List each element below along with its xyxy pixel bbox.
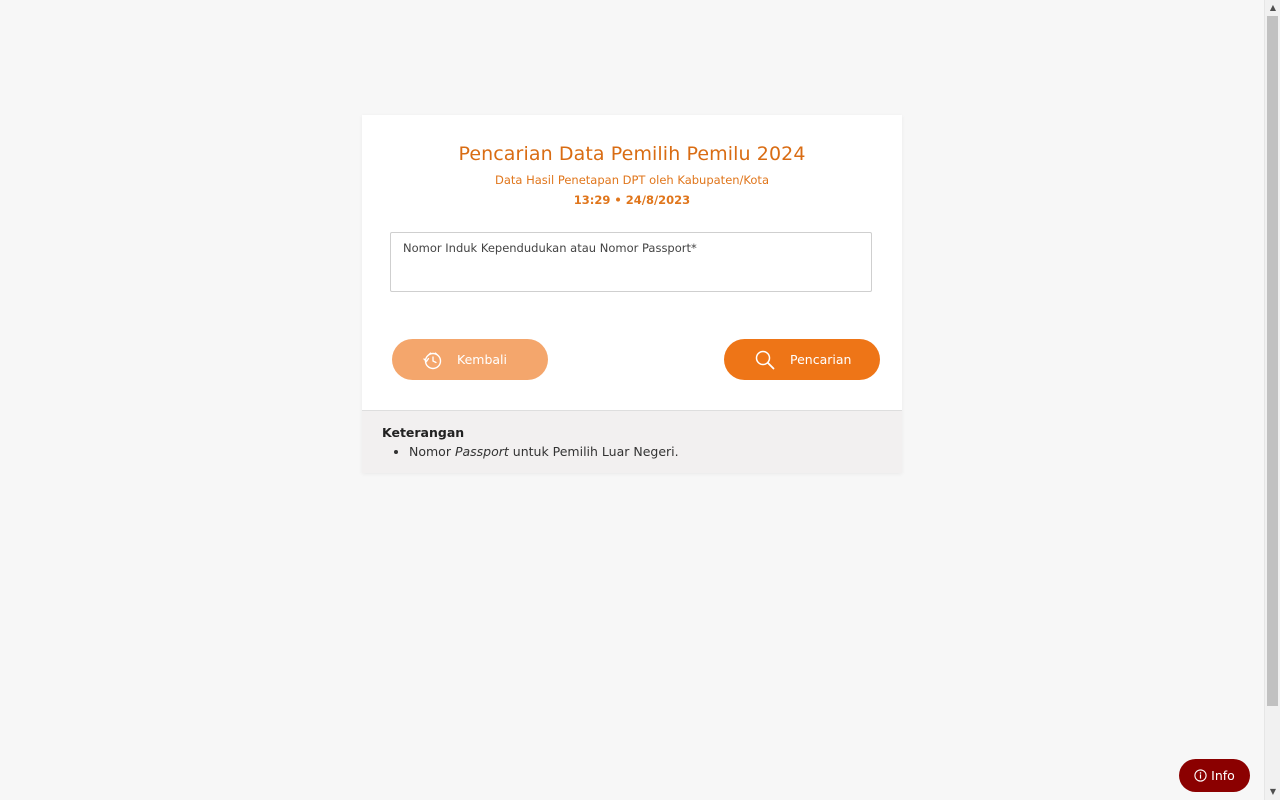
nik-input[interactable] <box>403 261 863 287</box>
card-body: Pencarian Data Pemilih Pemilu 2024 Data … <box>362 115 902 410</box>
scroll-up-icon[interactable]: ▲ <box>1265 0 1280 16</box>
notes-item: Nomor Passport untuk Pemilih Luar Negeri… <box>409 444 679 459</box>
history-icon <box>421 349 443 371</box>
page-subtitle: Data Hasil Penetapan DPT oleh Kabupaten/… <box>494 173 769 187</box>
back-button[interactable]: Kembali <box>392 339 548 380</box>
notes-title: Keterangan <box>382 425 465 440</box>
notes-item-emphasis: Passport <box>454 444 509 459</box>
page: Pencarian Data Pemilih Pemilu 2024 Data … <box>0 0 1280 800</box>
scroll-down-icon[interactable]: ▼ <box>1265 784 1280 800</box>
search-icon <box>754 349 776 371</box>
search-card: Pencarian Data Pemilih Pemilu 2024 Data … <box>362 115 902 473</box>
info-button-label: Info <box>1211 768 1235 783</box>
notes-item-suffix: untuk Pemilih Luar Negeri. <box>508 444 679 459</box>
nik-field[interactable]: Nomor Induk Kependudukan atau Nomor Pass… <box>390 232 872 292</box>
search-button[interactable]: Pencarian <box>724 339 880 380</box>
notes-section: Keterangan Nomor Passport untuk Pemilih … <box>362 410 902 473</box>
info-button[interactable]: Info <box>1179 759 1250 792</box>
page-title: Pencarian Data Pemilih Pemilu 2024 <box>458 143 806 165</box>
notes-item-prefix: Nomor <box>409 444 455 459</box>
nik-field-label: Nomor Induk Kependudukan atau Nomor Pass… <box>403 241 697 255</box>
vertical-scrollbar[interactable]: ▲ ▼ <box>1264 0 1280 800</box>
search-button-label: Pencarian <box>790 352 852 367</box>
scrollbar-thumb[interactable] <box>1267 16 1278 706</box>
back-button-label: Kembali <box>457 352 507 367</box>
notes-list: Nomor Passport untuk Pemilih Luar Negeri… <box>389 444 679 459</box>
info-icon <box>1194 769 1207 782</box>
timestamp: 13:29 • 24/8/2023 <box>573 193 691 207</box>
